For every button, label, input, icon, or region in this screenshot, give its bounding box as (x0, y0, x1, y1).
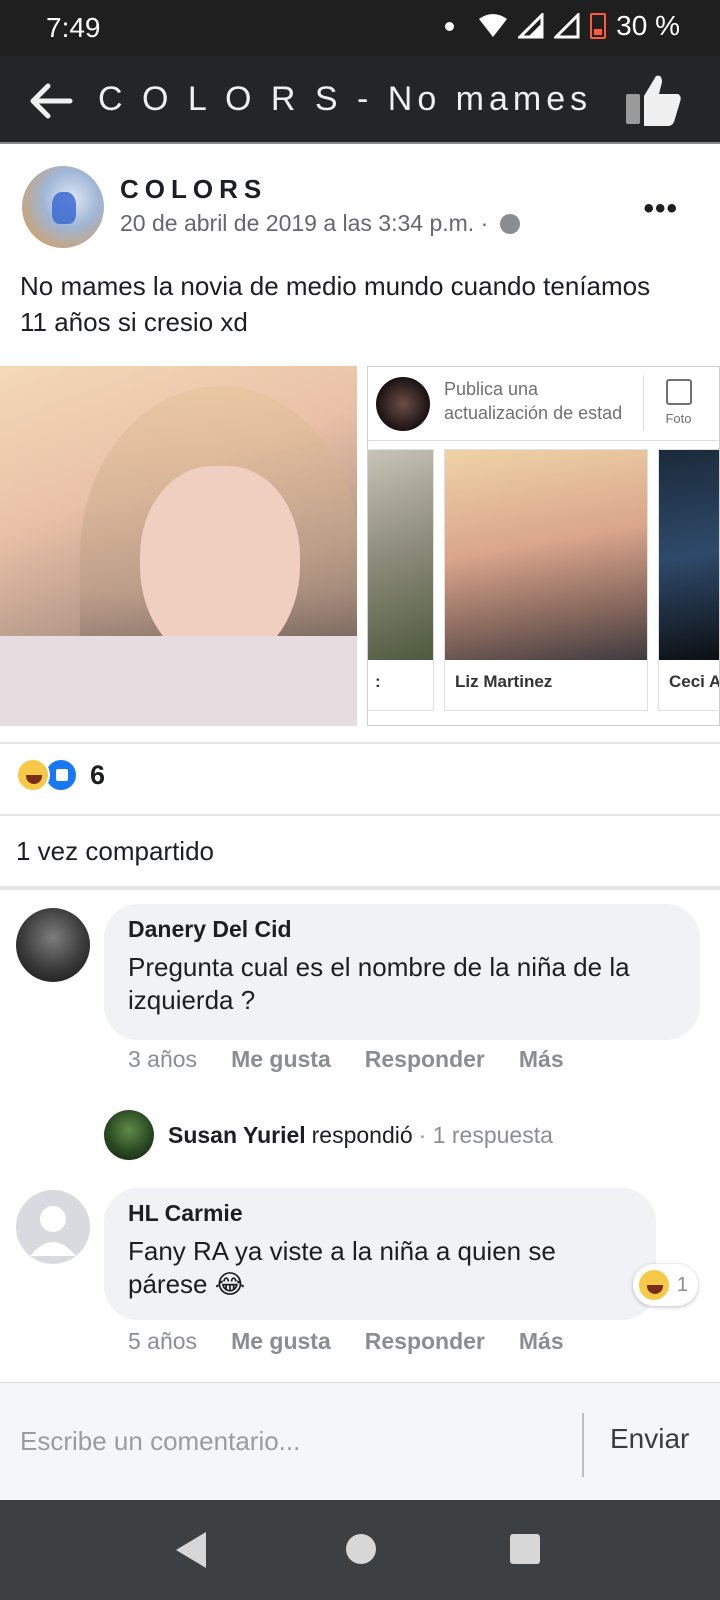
story-name: Liz Martinez (455, 672, 553, 691)
screenshot-composer: Publica una actualización de estad Foto (368, 367, 719, 441)
post-timestamp[interactable]: 20 de abril de 2019 a las 3:34 p.m. · (120, 210, 488, 237)
status-bar: 7:49 30 % (0, 0, 720, 56)
signal-icon (518, 13, 544, 39)
divider (0, 742, 720, 744)
post-photo-right[interactable]: Publica una actualización de estad Foto … (367, 366, 720, 726)
photo-icon (665, 379, 692, 405)
like-button[interactable]: Me gusta (231, 1328, 331, 1355)
comment-time: 5 años (128, 1328, 198, 1354)
screenshot-avatar (376, 377, 430, 431)
notification-dot-icon (445, 21, 455, 31)
haha-reaction-icon (16, 758, 50, 792)
post-photo-left[interactable] (0, 366, 357, 726)
screenshot-photo-button: Foto (643, 375, 713, 431)
divider (0, 814, 720, 816)
comment-text: Pregunta cual es el nombre de la niña de… (128, 952, 630, 1015)
comment-reaction-count: 1 (676, 1273, 688, 1296)
more-options-icon[interactable]: ••• (643, 192, 678, 226)
story-image (659, 450, 719, 660)
status-icons: 30 % (445, 10, 680, 42)
comment-author[interactable]: HL Carmie (128, 1200, 634, 1227)
avatar (104, 1110, 154, 1160)
screenshot-photo-label: Foto (665, 411, 692, 426)
shares-count[interactable]: 1 vez compartido (16, 836, 214, 867)
avatar[interactable] (16, 908, 90, 982)
story-image (368, 450, 433, 660)
comment-input[interactable] (20, 1411, 570, 1471)
globe-icon (500, 213, 521, 234)
system-nav-bar (0, 1500, 720, 1600)
story-name: : (375, 672, 381, 691)
comment-text: Fany RA ya viste a la niña a quien se pá… (128, 1236, 556, 1299)
reply-button[interactable]: Responder (365, 1328, 485, 1355)
reply-summary[interactable]: Susan Yuriel respondió · 1 respuesta (104, 1110, 553, 1160)
screenshot-story-card: : (368, 449, 434, 711)
comment-composer: Enviar (0, 1382, 720, 1500)
like-button[interactable]: Me gusta (231, 1046, 331, 1073)
page-title: C O L O R S - No mames la... (98, 80, 598, 118)
app-bar: C O L O R S - No mames la... (0, 56, 720, 144)
comment-actions: 3 años Me gusta Responder Más (128, 1046, 564, 1073)
screenshot-story-card: Liz Martinez (444, 449, 648, 711)
comment-bubble: HL Carmie Fany RA ya viste a la niña a q… (104, 1188, 656, 1320)
reply-author: Susan Yuriel (168, 1121, 306, 1148)
comment-author[interactable]: Danery Del Cid (128, 916, 678, 943)
avatar[interactable] (16, 1190, 90, 1264)
comment-reaction-badge[interactable]: 1 (632, 1264, 698, 1306)
reply-count: · 1 respuesta (418, 1121, 553, 1148)
reply-button[interactable]: Responder (365, 1046, 485, 1073)
divider (0, 886, 720, 890)
reactions-summary[interactable]: 6 (16, 758, 105, 792)
nav-back-icon[interactable] (176, 1532, 206, 1568)
comment-bubble: Danery Del Cid Pregunta cual es el nombr… (104, 904, 700, 1040)
battery-icon (590, 13, 607, 39)
send-button[interactable]: Enviar (610, 1423, 689, 1455)
default-avatar-icon (30, 1206, 76, 1256)
story-image (445, 450, 647, 660)
reaction-count: 6 (90, 759, 106, 790)
back-arrow-icon[interactable] (26, 76, 76, 126)
wifi-icon (479, 14, 508, 37)
more-button[interactable]: Más (519, 1046, 564, 1073)
thumbs-up-icon[interactable] (624, 72, 684, 128)
status-time: 7:49 (46, 12, 101, 43)
comment-time: 3 años (128, 1046, 198, 1072)
page-name[interactable]: COLORS (120, 174, 267, 205)
composer-divider (582, 1413, 584, 1477)
reply-verb: respondió (311, 1121, 413, 1148)
signal-icon-2 (554, 13, 580, 39)
comment-actions: 5 años Me gusta Responder Más (128, 1328, 564, 1355)
photo-shirt (0, 636, 357, 726)
haha-reaction-icon (636, 1268, 671, 1302)
screenshot-story-card: Ceci A (658, 449, 720, 711)
more-button[interactable]: Más (519, 1328, 564, 1355)
post-text: No mames la novia de medio mundo cuando … (20, 271, 651, 337)
story-name: Ceci A (669, 672, 720, 691)
page-avatar[interactable] (22, 166, 104, 248)
screenshot-composer-text: Publica una actualización de estad (444, 379, 623, 423)
nav-recents-icon[interactable] (510, 1534, 540, 1564)
nav-home-icon[interactable] (346, 1534, 376, 1564)
post-header: COLORS 20 de abril de 2019 a las 3:34 p.… (0, 146, 720, 256)
battery-percent: 30 % (616, 10, 680, 41)
post-meta: 20 de abril de 2019 a las 3:34 p.m. · (120, 210, 521, 237)
